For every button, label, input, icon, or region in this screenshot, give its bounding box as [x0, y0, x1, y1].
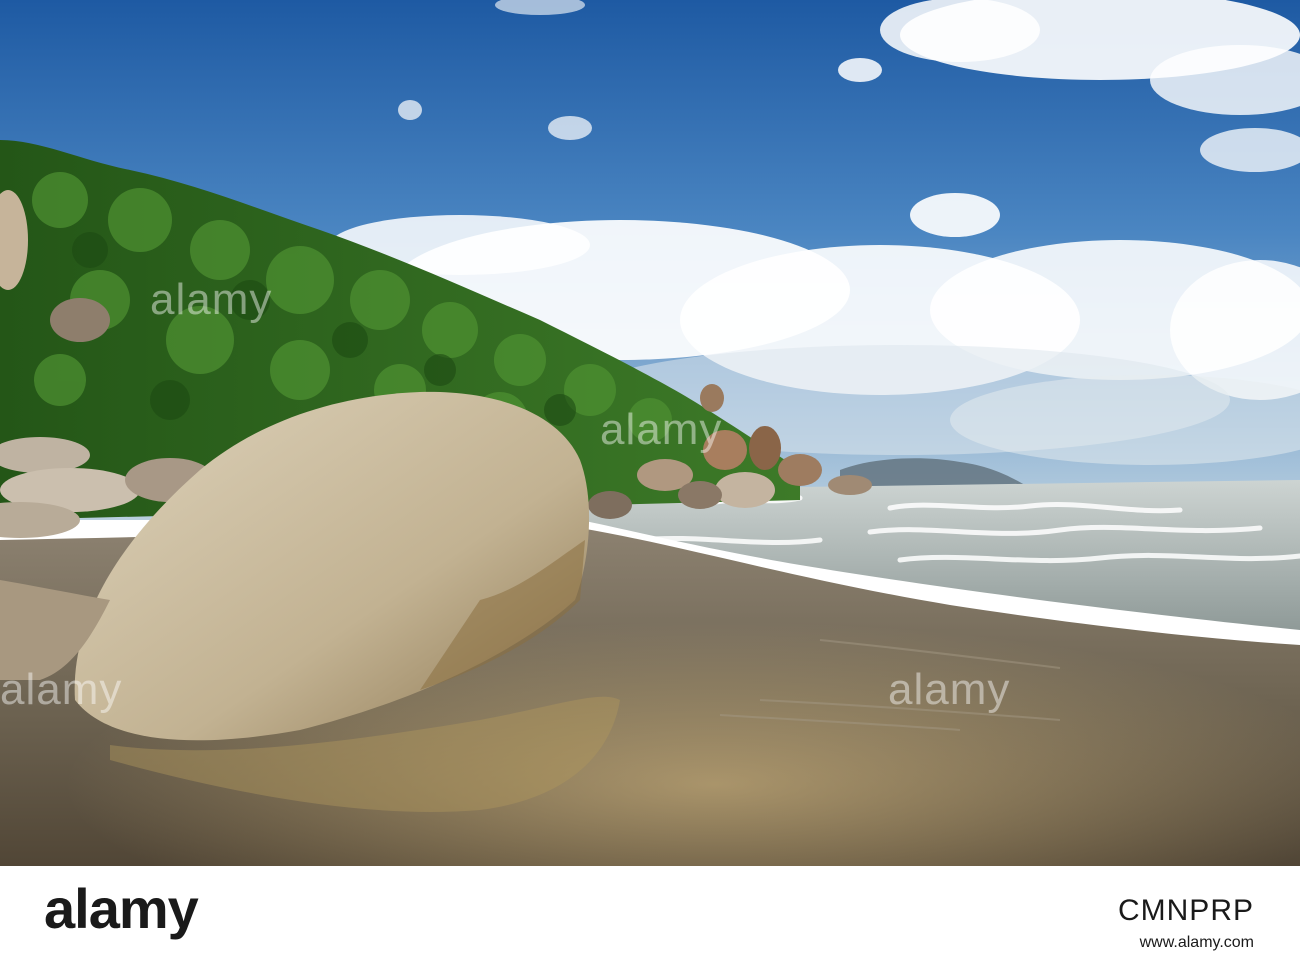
watermark-text: alamy: [600, 405, 723, 454]
photo: alamy alamy alamy alamy: [0, 0, 1300, 866]
watermark-text: alamy: [0, 665, 123, 714]
site-url[interactable]: www.alamy.com: [1140, 934, 1254, 952]
alamy-logo[interactable]: alamy: [44, 876, 199, 941]
watermark-text: alamy: [150, 275, 273, 324]
watermark-text: alamy: [888, 665, 1011, 714]
image-code: CMNPRP: [1117, 894, 1254, 927]
